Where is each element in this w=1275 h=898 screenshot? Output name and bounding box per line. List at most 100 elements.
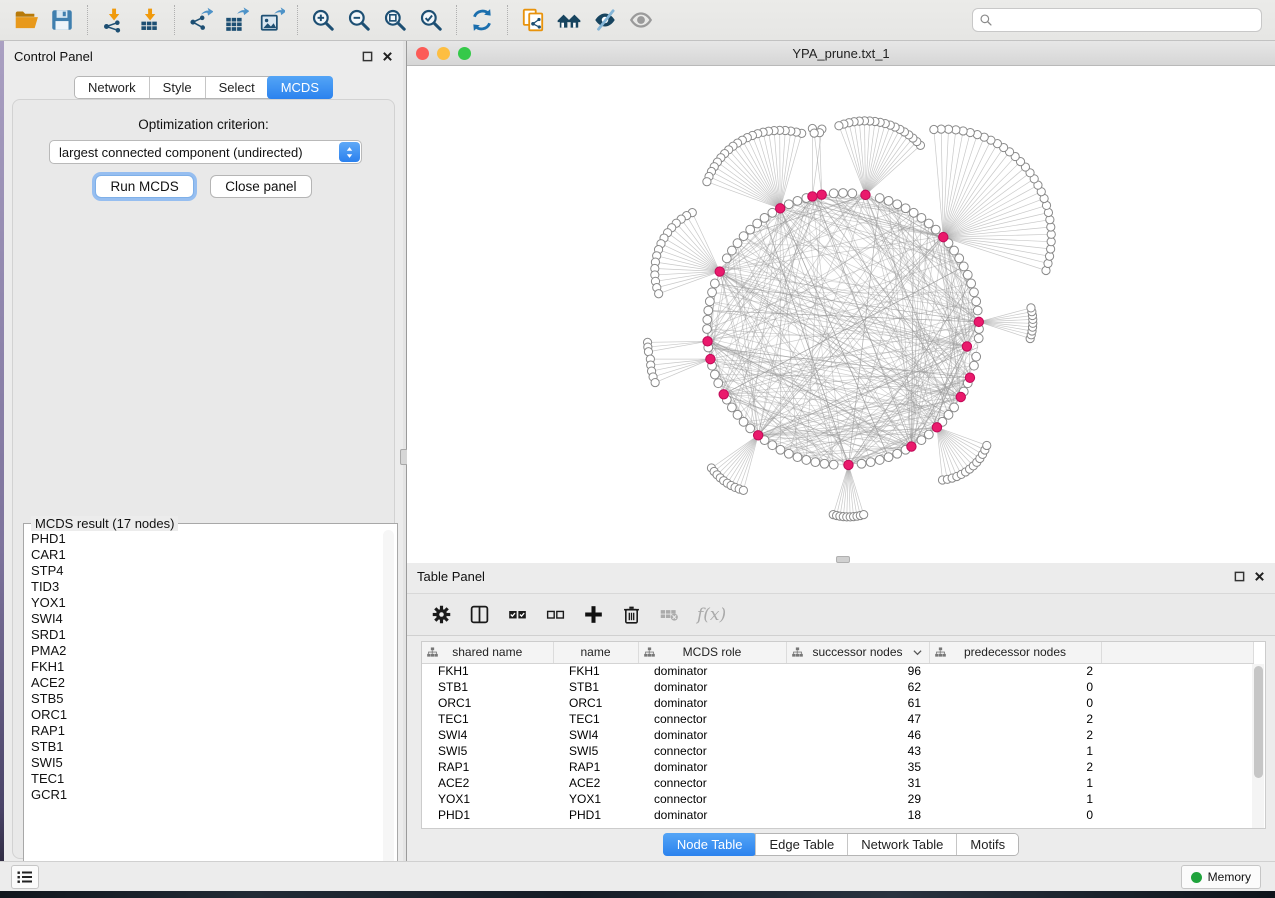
mcds-result-item[interactable]: SWI5	[31, 755, 397, 771]
cell-shared-name[interactable]: RAP1	[422, 759, 553, 775]
column-header-shared-name[interactable]: shared name	[422, 642, 553, 663]
mcds-result-item[interactable]: FKH1	[31, 659, 397, 675]
cell-shared-name[interactable]: FKH1	[422, 663, 553, 679]
show-hidden-icon[interactable]	[623, 4, 659, 36]
table-scrollbar[interactable]	[1252, 664, 1264, 828]
cell-mcds-role[interactable]: dominator	[638, 807, 786, 823]
cell-mcds-role[interactable]: dominator	[638, 695, 786, 711]
cell-name[interactable]: RAP1	[553, 759, 638, 775]
minimize-window-icon[interactable]	[437, 47, 450, 60]
cell-predecessor-nodes[interactable]: 0	[929, 679, 1101, 695]
cell-successor-nodes[interactable]: 18	[786, 807, 929, 823]
cell-successor-nodes[interactable]: 96	[786, 663, 929, 679]
network-canvas[interactable]	[407, 66, 1275, 563]
cell-successor-nodes[interactable]: 62	[786, 679, 929, 695]
close-panel-icon[interactable]	[1254, 571, 1265, 582]
mcds-result-item[interactable]: ORC1	[31, 707, 397, 723]
refresh-layout-icon[interactable]	[464, 4, 500, 36]
horizontal-splitter-grip[interactable]	[836, 556, 850, 563]
memory-button[interactable]: Memory	[1181, 865, 1261, 889]
cell-name[interactable]: YOX1	[553, 791, 638, 807]
criterion-select[interactable]: largest connected component (undirected)	[49, 140, 362, 164]
close-panel-button[interactable]: Close panel	[210, 175, 311, 198]
zoom-fit-icon[interactable]	[377, 4, 413, 36]
mcds-list-scrollbar[interactable]	[383, 530, 394, 888]
cell-name[interactable]: STB1	[553, 679, 638, 695]
select-all-icon[interactable]	[507, 604, 528, 625]
table-row[interactable]: TEC1TEC1connector472	[422, 711, 1253, 727]
zoom-selected-icon[interactable]	[413, 4, 449, 36]
first-neighbors-icon[interactable]	[551, 4, 587, 36]
mcds-result-item[interactable]: CAR1	[31, 547, 397, 563]
mcds-result-item[interactable]: STB5	[31, 691, 397, 707]
cell-predecessor-nodes[interactable]: 0	[929, 695, 1101, 711]
cell-name[interactable]: PHD1	[553, 807, 638, 823]
table-row[interactable]: PHD1PHD1dominator180	[422, 807, 1253, 823]
cell-successor-nodes[interactable]: 35	[786, 759, 929, 775]
cell-shared-name[interactable]: ORC1	[422, 695, 553, 711]
table-row[interactable]: RAP1RAP1dominator352	[422, 759, 1253, 775]
cell-name[interactable]: ORC1	[553, 695, 638, 711]
deselect-all-icon[interactable]	[545, 604, 566, 625]
tab-network[interactable]: Network	[75, 77, 149, 98]
column-header-name[interactable]: name	[553, 642, 638, 663]
mcds-result-item[interactable]: TID3	[31, 579, 397, 595]
mcds-result-item[interactable]: RAP1	[31, 723, 397, 739]
run-mcds-button[interactable]: Run MCDS	[95, 175, 193, 198]
cell-name[interactable]: ACE2	[553, 775, 638, 791]
cell-predecessor-nodes[interactable]: 1	[929, 775, 1101, 791]
zoom-out-icon[interactable]	[341, 4, 377, 36]
cell-successor-nodes[interactable]: 29	[786, 791, 929, 807]
mcds-result-item[interactable]: SRD1	[31, 627, 397, 643]
column-header-mcds-role[interactable]: MCDS role	[638, 642, 786, 663]
export-table-icon[interactable]	[218, 4, 254, 36]
import-table-icon[interactable]	[131, 4, 167, 36]
cell-mcds-role[interactable]: connector	[638, 791, 786, 807]
cell-mcds-role[interactable]: connector	[638, 775, 786, 791]
cell-shared-name[interactable]: SWI4	[422, 727, 553, 743]
cell-name[interactable]: TEC1	[553, 711, 638, 727]
mcds-result-item[interactable]: GCR1	[31, 787, 397, 803]
table-row[interactable]: SWI5SWI5connector431	[422, 743, 1253, 759]
cell-predecessor-nodes[interactable]: 1	[929, 743, 1101, 759]
cell-mcds-role[interactable]: connector	[638, 743, 786, 759]
cell-shared-name[interactable]: ACE2	[422, 775, 553, 791]
cell-successor-nodes[interactable]: 47	[786, 711, 929, 727]
column-header-predecessor-nodes[interactable]: predecessor nodes	[929, 642, 1101, 663]
cell-mcds-role[interactable]: dominator	[638, 727, 786, 743]
show-columns-icon[interactable]	[469, 604, 490, 625]
mcds-result-item[interactable]: PHD1	[31, 531, 397, 547]
cell-mcds-role[interactable]: dominator	[638, 679, 786, 695]
cell-predecessor-nodes[interactable]: 2	[929, 759, 1101, 775]
export-network-icon[interactable]	[182, 4, 218, 36]
cell-successor-nodes[interactable]: 46	[786, 727, 929, 743]
mcds-result-item[interactable]: STB1	[31, 739, 397, 755]
scrollbar-thumb[interactable]	[1254, 666, 1263, 778]
table-row[interactable]: YOX1YOX1connector291	[422, 791, 1253, 807]
table-row[interactable]: SWI4SWI4dominator462	[422, 727, 1253, 743]
mcds-result-item[interactable]: ACE2	[31, 675, 397, 691]
cell-predecessor-nodes[interactable]: 2	[929, 663, 1101, 679]
cell-predecessor-nodes[interactable]: 2	[929, 711, 1101, 727]
tab-network-table[interactable]: Network Table	[847, 834, 956, 855]
cell-mcds-role[interactable]: dominator	[638, 759, 786, 775]
cell-name[interactable]: FKH1	[553, 663, 638, 679]
tab-select[interactable]: Select	[205, 77, 268, 98]
cell-name[interactable]: SWI4	[553, 727, 638, 743]
mcds-result-item[interactable]: STP4	[31, 563, 397, 579]
cell-shared-name[interactable]: STB1	[422, 679, 553, 695]
cell-mcds-role[interactable]: dominator	[638, 663, 786, 679]
cell-mcds-role[interactable]: connector	[638, 711, 786, 727]
cell-shared-name[interactable]: PHD1	[422, 807, 553, 823]
cell-successor-nodes[interactable]: 31	[786, 775, 929, 791]
import-network-icon[interactable]	[95, 4, 131, 36]
cell-predecessor-nodes[interactable]: 2	[929, 727, 1101, 743]
table-row[interactable]: FKH1FKH1dominator962	[422, 663, 1253, 679]
float-panel-icon[interactable]	[1234, 571, 1245, 582]
cell-predecessor-nodes[interactable]: 1	[929, 791, 1101, 807]
float-panel-icon[interactable]	[362, 51, 373, 62]
task-history-button[interactable]	[11, 865, 39, 889]
options-gear-icon[interactable]	[431, 604, 452, 625]
mcds-result-item[interactable]: PMA2	[31, 643, 397, 659]
cell-successor-nodes[interactable]: 43	[786, 743, 929, 759]
